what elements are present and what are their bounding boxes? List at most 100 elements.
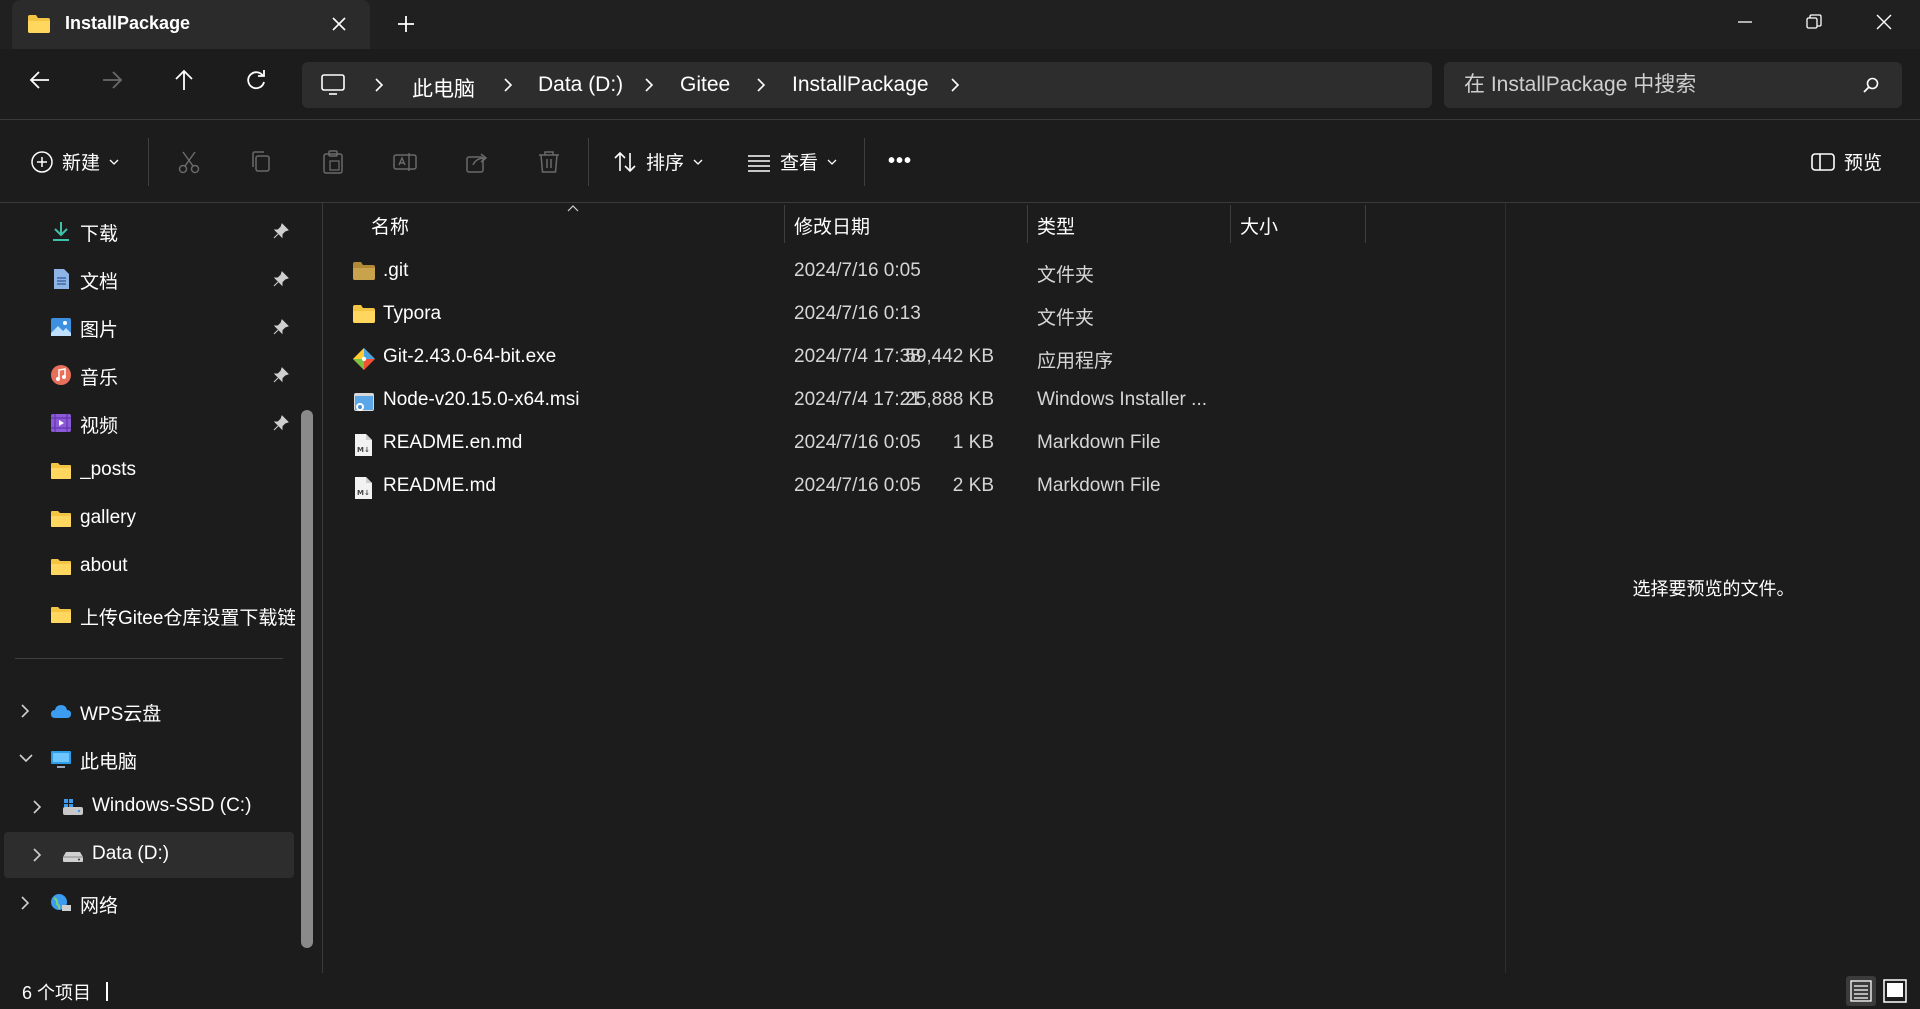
chevron-right-icon[interactable] [30, 847, 44, 863]
back-icon[interactable] [27, 67, 53, 93]
sidebar-item-drive-d[interactable]: Data (D:) [4, 832, 294, 878]
file-size: 59,442 KB [905, 346, 994, 367]
chevron-right-icon[interactable] [18, 703, 32, 719]
minimize-icon[interactable] [1733, 10, 1757, 34]
pane-divider[interactable] [322, 203, 323, 973]
sidebar-item-downloads[interactable]: 下载 [0, 208, 300, 254]
details-view-button[interactable] [1846, 976, 1876, 1006]
folder-icon [28, 15, 50, 33]
preview-button[interactable]: 预览 [1810, 148, 1882, 175]
file-row[interactable]: Node-v20.15.0-x64.msi 2024/7/4 17:21 Win… [340, 379, 1360, 422]
sidebar-item-music[interactable]: 音乐 [0, 352, 300, 398]
more-options-button[interactable]: ••• [888, 150, 912, 173]
git-exe-icon [353, 348, 375, 370]
preview-pane: 选择要预览的文件。 [1505, 203, 1920, 973]
sidebar-item-pictures[interactable]: 图片 [0, 304, 300, 350]
column-separator[interactable] [784, 205, 785, 243]
sidebar-item-drive-c[interactable]: Windows-SSD (C:) [0, 784, 300, 830]
close-tab-icon[interactable] [328, 13, 350, 35]
cut-icon[interactable] [176, 149, 202, 175]
breadcrumb-gitee[interactable]: Gitee [680, 73, 730, 97]
address-bar[interactable]: 此电脑 Data (D:) Gitee InstallPackage [302, 62, 1432, 108]
column-header-size[interactable]: 大小 [1240, 212, 1278, 239]
file-name: README.en.md [383, 432, 523, 453]
column-separator[interactable] [1027, 205, 1028, 243]
pin-icon[interactable] [272, 270, 290, 288]
pictures-icon [51, 318, 71, 336]
search-box[interactable] [1444, 62, 1902, 108]
sidebar-item-documents[interactable]: 文档 [0, 256, 300, 302]
file-name: README.md [383, 475, 496, 496]
pin-icon[interactable] [272, 222, 290, 240]
column-header-name[interactable]: 名称 [371, 212, 409, 239]
forward-icon[interactable] [99, 67, 125, 93]
pc-icon [321, 74, 345, 95]
file-name: Typora [383, 303, 442, 324]
chevron-right-icon[interactable] [754, 77, 768, 93]
chevron-down-icon [109, 159, 119, 165]
sidebar-item-this-pc[interactable]: 此电脑 [0, 736, 300, 782]
chevron-right-icon[interactable] [372, 77, 386, 93]
chevron-right-icon[interactable] [642, 77, 656, 93]
up-icon[interactable] [171, 67, 197, 93]
sidebar-item-label: 下载 [80, 224, 119, 245]
share-icon[interactable] [464, 149, 490, 175]
file-row[interactable]: Git-2.43.0-64-bit.exe 2024/7/4 17:38 应用程… [340, 336, 1360, 379]
sidebar-item-videos[interactable]: 视频 [0, 400, 300, 446]
view-button[interactable]: 查看 [746, 148, 838, 175]
chevron-right-icon[interactable] [501, 77, 515, 93]
copy-icon[interactable] [248, 149, 274, 175]
rename-icon[interactable] [392, 149, 418, 175]
chevron-right-icon[interactable] [30, 799, 44, 815]
breadcrumb-data-d[interactable]: Data (D:) [538, 73, 623, 97]
sidebar-item-about[interactable]: about [0, 544, 300, 590]
file-size: 2 KB [952, 475, 994, 496]
new-button[interactable]: 新建 [30, 148, 120, 175]
search-input[interactable] [1444, 62, 1844, 108]
refresh-icon[interactable] [243, 67, 269, 93]
file-size: 25,888 KB [905, 389, 994, 410]
file-row[interactable]: M↓ README.md 2024/7/16 0:05 Markdown Fil… [340, 465, 1360, 508]
breadcrumb-installpackage[interactable]: InstallPackage [792, 73, 929, 97]
file-row[interactable]: M↓ README.en.md 2024/7/16 0:05 Markdown … [340, 422, 1360, 465]
column-header-type[interactable]: 类型 [1037, 212, 1075, 239]
sidebar-item-label: gallery [80, 507, 136, 528]
sidebar-item-gallery[interactable]: gallery [0, 496, 300, 542]
pin-icon[interactable] [272, 366, 290, 384]
restore-icon[interactable] [1802, 10, 1826, 34]
file-row[interactable]: .git 2024/7/16 0:05 文件夹 [340, 250, 1360, 293]
paste-icon[interactable] [320, 149, 346, 175]
sidebar-item-network[interactable]: 网络 [0, 880, 300, 926]
close-window-icon[interactable] [1872, 10, 1896, 34]
column-separator[interactable] [1365, 205, 1366, 243]
large-icons-view-icon[interactable] [1882, 978, 1908, 1004]
sidebar-item-posts[interactable]: _posts [0, 448, 300, 494]
sidebar-item-label: about [80, 555, 128, 576]
file-date: 2024/7/16 0:13 [794, 303, 921, 324]
breadcrumb-this-pc[interactable]: 此电脑 [412, 73, 475, 103]
pin-icon[interactable] [272, 318, 290, 336]
chevron-down-icon[interactable] [18, 751, 34, 765]
column-separator[interactable] [1230, 205, 1231, 243]
column-header-date[interactable]: 修改日期 [794, 212, 870, 239]
sidebar-scrollbar[interactable] [301, 410, 313, 948]
sort-button[interactable]: 排序 [612, 148, 704, 175]
tab-installpackage[interactable]: InstallPackage [12, 0, 370, 49]
new-tab-icon[interactable] [394, 12, 418, 36]
search-icon[interactable] [1862, 76, 1880, 94]
chevron-right-icon[interactable] [18, 895, 32, 911]
delete-icon[interactable] [536, 149, 562, 175]
file-row[interactable]: Typora 2024/7/16 0:13 文件夹 [340, 293, 1360, 336]
details-view-icon [1850, 980, 1872, 1002]
video-icon [51, 414, 71, 432]
pin-icon[interactable] [272, 414, 290, 432]
svg-text:M↓: M↓ [357, 489, 370, 497]
sidebar-item-label: 视频 [80, 416, 119, 437]
sidebar-item-gitee-upload[interactable]: 上传Gitee仓库设置下载链接 [0, 592, 300, 638]
folder-icon [51, 559, 71, 575]
sidebar-item-wps-cloud[interactable]: WPS云盘 [0, 688, 300, 734]
folder-icon [353, 262, 375, 280]
chevron-right-icon[interactable] [948, 77, 962, 93]
sidebar-item-label: Data (D:) [92, 843, 170, 864]
file-date: 2024/7/4 17:21 [794, 389, 921, 410]
